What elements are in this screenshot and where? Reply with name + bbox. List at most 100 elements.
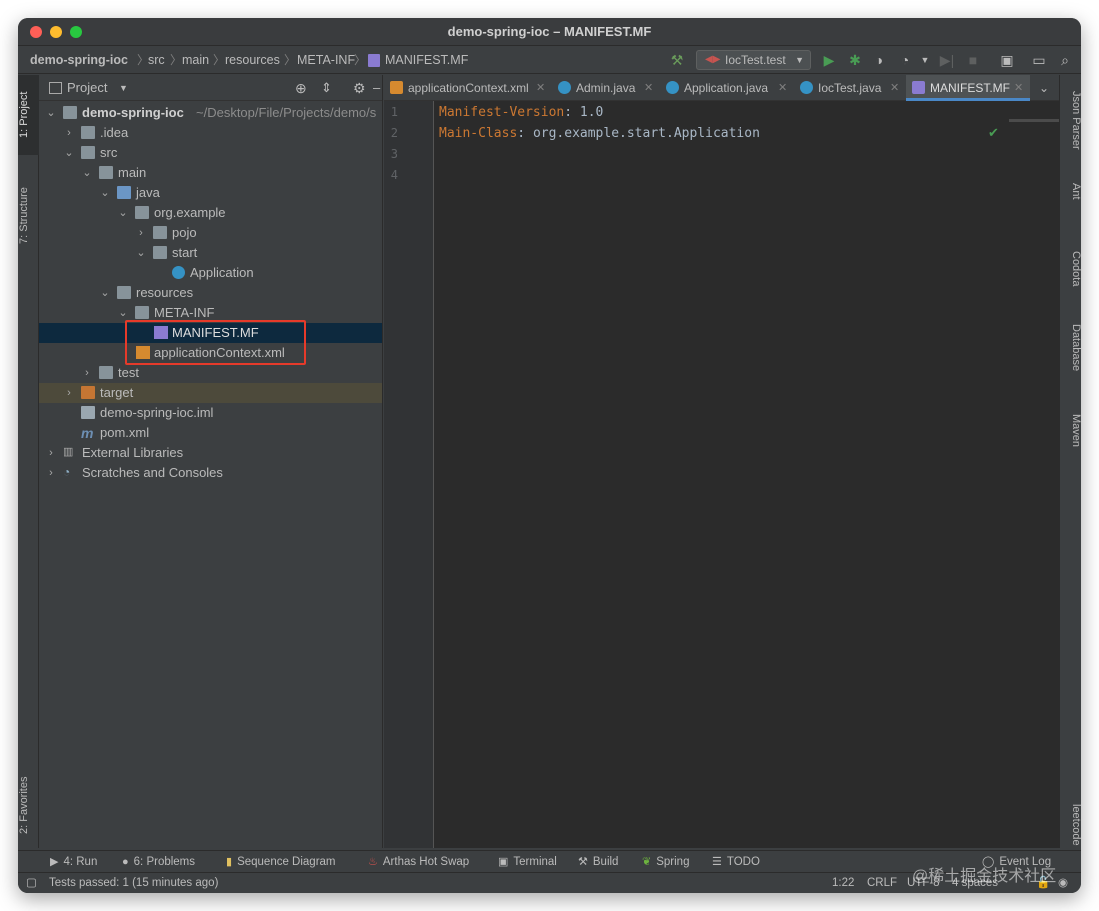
close-icon[interactable]: ✕ [644, 75, 653, 101]
tree-item-iml[interactable]: demo-spring-ioc.iml [39, 403, 382, 423]
profiler-dropdown-icon[interactable]: ▼ [916, 51, 934, 69]
code-line[interactable]: Manifest-Version: 1.0 [439, 105, 603, 120]
run-icon[interactable]: ▶ [820, 51, 838, 69]
tab-codota[interactable]: Codota [1060, 239, 1081, 299]
tree-item-resources[interactable]: ⌄ resources [39, 283, 382, 303]
breadcrumb-main[interactable]: main [182, 46, 209, 74]
tool-run[interactable]: ▶ 4: Run [50, 851, 97, 873]
tab-maven[interactable]: Maven [1060, 401, 1081, 461]
run-configuration-dropdown[interactable]: ◀▶ IocTest.test ▼ [696, 50, 811, 70]
tool-terminal[interactable]: ▣ Terminal [498, 851, 557, 873]
chevron-right-icon[interactable]: › [63, 123, 75, 143]
gear-icon[interactable]: ⚙ [353, 75, 366, 101]
project-structure-icon[interactable]: ▣ [998, 51, 1016, 69]
tree-item-application[interactable]: Application [39, 263, 382, 283]
code-line[interactable]: Main-Class: org.example.start.Applicatio… [439, 126, 760, 141]
chevron-right-icon[interactable]: › [45, 443, 57, 463]
project-panel-title[interactable]: Project [67, 75, 107, 101]
java-class-icon [800, 81, 813, 94]
tree-item-meta-inf[interactable]: ⌄ META-INF [39, 303, 382, 323]
folder-icon [99, 366, 113, 379]
chevron-down-icon[interactable]: ⌄ [117, 303, 129, 323]
tool-build[interactable]: ⚒ Build [578, 851, 618, 873]
rerun-icon: ▶| [939, 52, 955, 68]
folder-icon [135, 306, 149, 319]
chevron-down-icon[interactable]: ⌄ [99, 283, 111, 303]
tool-spring[interactable]: ❦ Spring [642, 851, 689, 873]
tree-item-demo-spring-ioc[interactable]: ⌄ demo-spring-ioc ~/Desktop/File/Project… [39, 103, 382, 123]
tree-label: External Libraries [82, 445, 184, 460]
chevron-down-icon[interactable]: ⌄ [45, 103, 57, 123]
locate-icon[interactable]: ⊕ [295, 75, 307, 101]
chevron-right-icon[interactable]: › [45, 463, 57, 483]
tree-item-external-libraries[interactable]: › ▥ External Libraries [39, 443, 382, 463]
tab-application-context-xml[interactable]: applicationContext.xml ✕ [384, 75, 552, 101]
tree-item-start[interactable]: ⌄ start [39, 243, 382, 263]
tab-structure[interactable]: 7: Structure [18, 171, 39, 261]
tool-arthas[interactable]: ♨ Arthas Hot Swap [368, 851, 469, 873]
line-separator[interactable]: CRLF [867, 873, 897, 893]
chevron-down-icon[interactable]: ⌄ [63, 143, 75, 163]
tree-item-application-context-xml[interactable]: applicationContext.xml [39, 343, 382, 363]
status-message[interactable]: Tests passed: 1 (15 minutes ago) [49, 873, 218, 893]
close-icon[interactable]: ✕ [1014, 75, 1023, 101]
tab-manifest-mf[interactable]: MANIFEST.MF ✕ [906, 75, 1030, 101]
tree-item-idea[interactable]: › .idea [39, 123, 382, 143]
close-icon[interactable]: ✕ [536, 75, 545, 101]
cursor-position[interactable]: 1:22 [832, 873, 854, 893]
tool-sequence-diagram[interactable]: ▮ Sequence Diagram [226, 851, 336, 873]
tree-item-main[interactable]: ⌄ main [39, 163, 382, 183]
tree-item-src[interactable]: ⌄ src [39, 143, 382, 163]
chevron-down-icon[interactable]: ⌄ [1039, 75, 1049, 101]
build-hammer-icon[interactable]: ⚒ [668, 51, 686, 69]
arthas-icon: ♨ [368, 856, 378, 868]
status-panel-toggle-icon[interactable]: ▢ [26, 873, 37, 893]
resources-folder-icon [117, 286, 131, 299]
tool-problems[interactable]: ● 6: Problems [122, 851, 195, 873]
chevron-down-icon[interactable]: ▼ [119, 75, 128, 101]
tree-item-org-example[interactable]: ⌄ org.example [39, 203, 382, 223]
chevron-right-icon[interactable]: › [81, 363, 93, 383]
manifest-key: Manifest-Version [439, 105, 565, 120]
search-icon[interactable]: ⌕ [1056, 51, 1074, 69]
chevron-right-icon[interactable]: › [63, 383, 75, 403]
inspection-ok-icon[interactable]: ✔ [988, 125, 999, 141]
tree-item-pom-xml[interactable]: m pom.xml [39, 423, 382, 443]
tree-item-pojo[interactable]: › pojo [39, 223, 382, 243]
tab-project[interactable]: 1: Project [18, 75, 39, 155]
presentation-icon[interactable]: ▭ [1030, 51, 1048, 69]
tree-item-scratches[interactable]: › ◔ Scratches and Consoles [39, 463, 382, 483]
tab-json-parser[interactable]: Json Parser [1060, 85, 1081, 155]
tab-ant[interactable]: Ant [1060, 171, 1081, 211]
coverage-icon[interactable]: ◑ [870, 51, 888, 69]
collapse-all-icon[interactable]: ⇕ [321, 75, 332, 101]
tab-application-java[interactable]: Application.java ✕ [660, 75, 794, 101]
tab-leetcode[interactable]: leetcode [1060, 795, 1081, 855]
chevron-right-icon[interactable]: › [135, 223, 147, 243]
tree-item-manifest-mf[interactable]: MANIFEST.MF [39, 323, 382, 343]
chevron-down-icon[interactable]: ⌄ [135, 243, 147, 263]
breadcrumb-meta-inf[interactable]: META-INF [297, 46, 355, 74]
chevron-down-icon[interactable]: ⌄ [81, 163, 93, 183]
close-icon[interactable]: ✕ [890, 75, 899, 101]
breadcrumb-resources[interactable]: resources [225, 46, 280, 74]
chevron-down-icon[interactable]: ⌄ [99, 183, 111, 203]
memory-indicator-icon[interactable]: ◉ [1058, 873, 1068, 893]
tab-database[interactable]: Database [1060, 313, 1081, 383]
tool-todo[interactable]: ☰ TODO [712, 851, 760, 873]
tree-item-test[interactable]: › test [39, 363, 382, 383]
tab-ioctest-java[interactable]: IocTest.java ✕ [794, 75, 906, 101]
profiler-icon[interactable]: ◔ [896, 51, 914, 69]
debug-icon[interactable]: ✱ [846, 51, 864, 69]
manifest-key: Main-Class [439, 126, 518, 141]
breadcrumb-project[interactable]: demo-spring-ioc [30, 46, 128, 74]
close-icon[interactable]: ✕ [778, 75, 787, 101]
tree-item-target[interactable]: › target [39, 383, 382, 403]
tree-item-java[interactable]: ⌄ java [39, 183, 382, 203]
tab-favorites[interactable]: 2: Favorites [18, 765, 39, 845]
hide-panel-icon[interactable]: – [373, 75, 380, 101]
breadcrumb-src[interactable]: src [148, 46, 165, 74]
chevron-down-icon[interactable]: ⌄ [117, 203, 129, 223]
tab-admin-java[interactable]: Admin.java ✕ [552, 75, 660, 101]
breadcrumb-manifest[interactable]: MANIFEST.MF [385, 46, 468, 74]
